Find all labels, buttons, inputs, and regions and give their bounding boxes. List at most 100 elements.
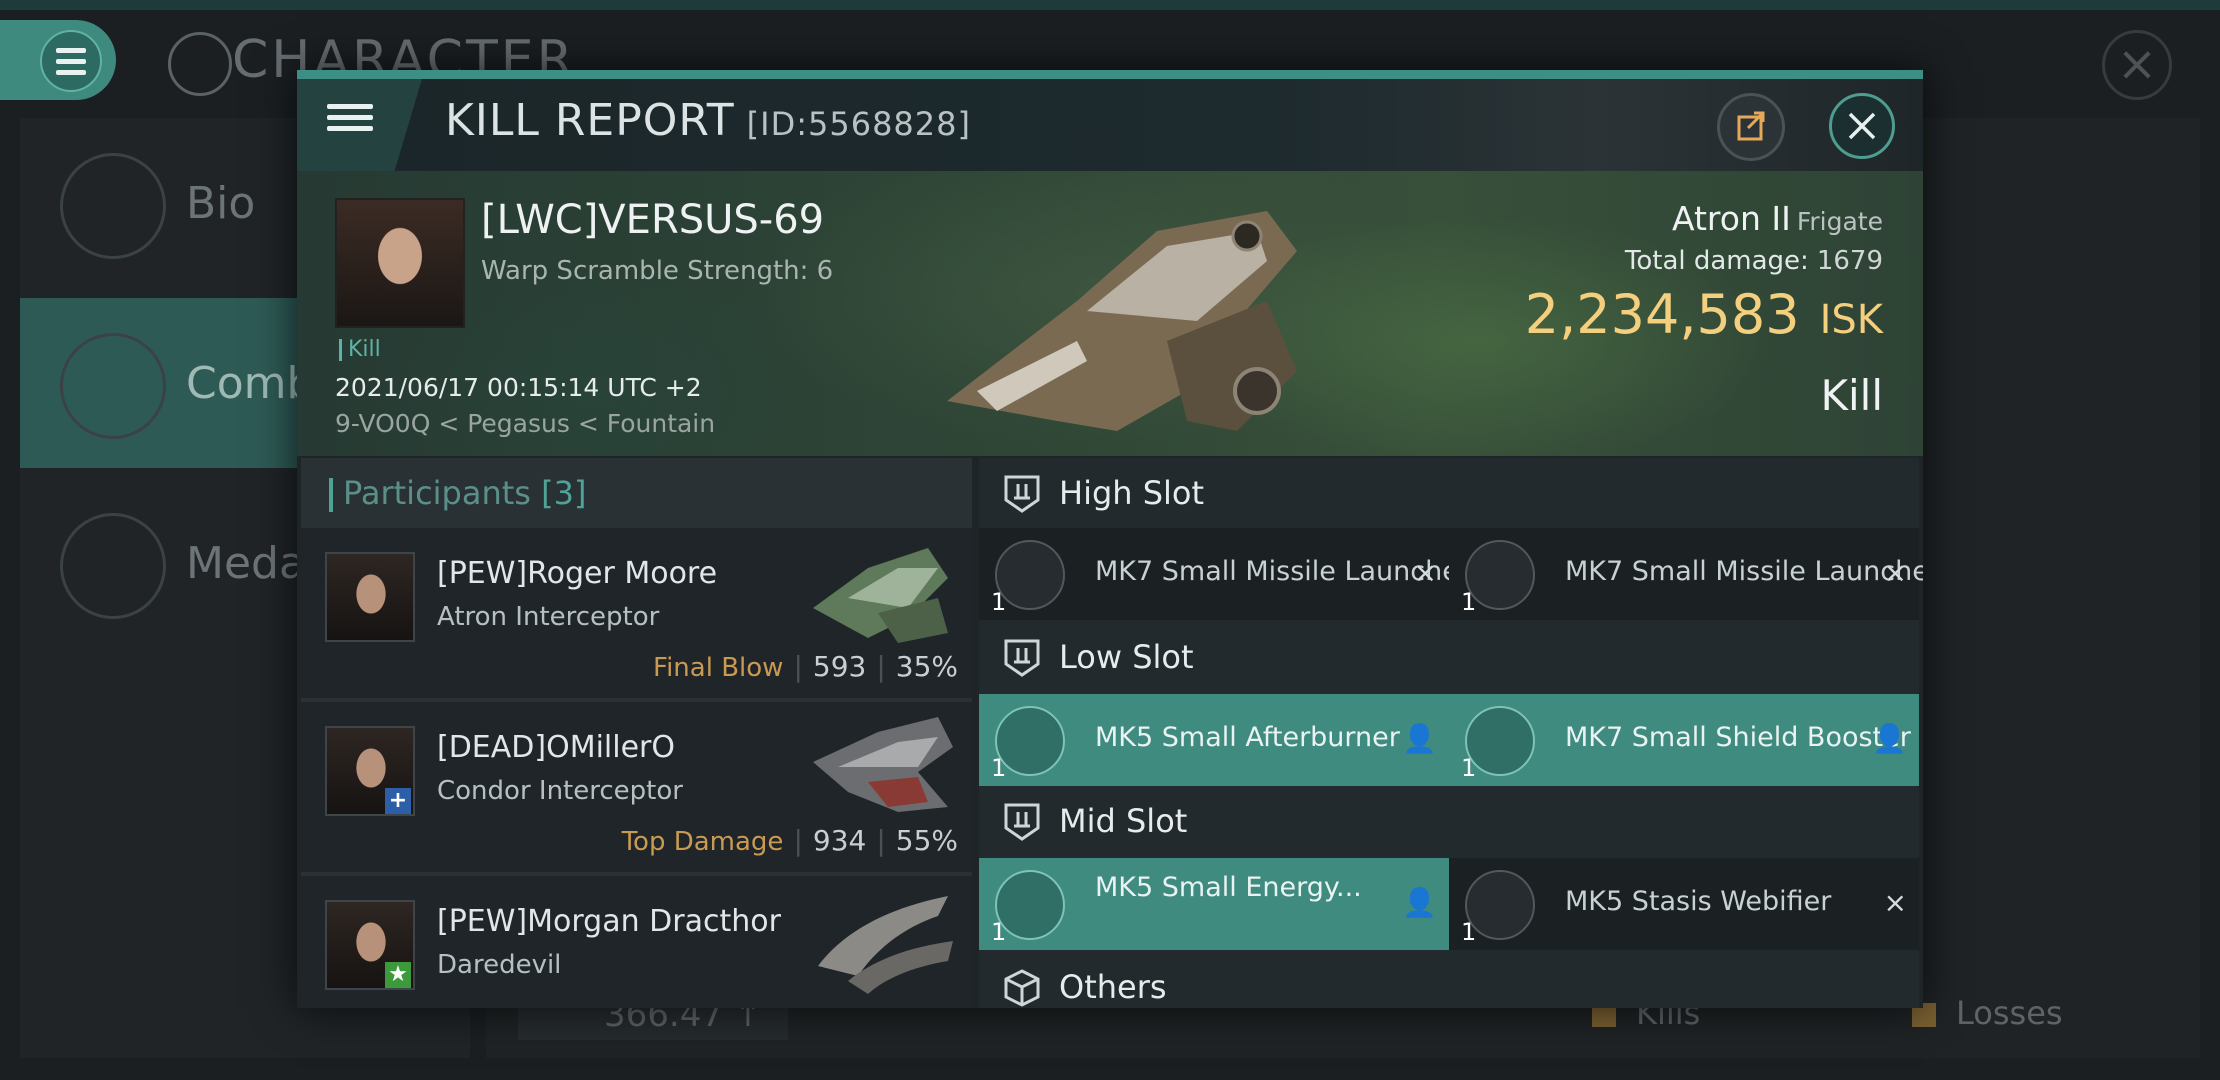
legend-losses: Losses bbox=[1912, 990, 2063, 1036]
module-quantity: 1 bbox=[1461, 588, 1477, 616]
not-fitted-icon: × bbox=[1413, 556, 1437, 589]
participant-damage: 934 bbox=[812, 824, 867, 857]
result-label: Kill bbox=[1820, 371, 1883, 420]
module-quantity: 1 bbox=[1461, 754, 1477, 782]
participants-title: Participants [3] bbox=[343, 474, 586, 512]
participant-ship-image bbox=[818, 896, 953, 994]
pilot-icon: 👤 bbox=[1402, 886, 1437, 919]
participants-header: Participants [3] bbox=[301, 458, 972, 528]
participant-ship: Daredevil bbox=[437, 950, 562, 980]
participant-ship: Condor Interceptor bbox=[437, 776, 683, 806]
total-damage-value: 1679 bbox=[1816, 246, 1883, 276]
dialog-title: KILL REPORT [ID:5568828] bbox=[445, 95, 971, 146]
participant-role: Final Blow bbox=[653, 653, 784, 683]
others-label: Others bbox=[1059, 968, 1167, 1006]
character-icon bbox=[168, 32, 232, 96]
pilot-icon: 👤 bbox=[1402, 722, 1437, 755]
stat-separator: | bbox=[793, 650, 803, 683]
fitting-module[interactable]: 1 MK7 Small Missile Launcher × bbox=[1449, 528, 1923, 620]
cargo-box-icon bbox=[1004, 969, 1040, 1007]
stat-separator: | bbox=[876, 824, 886, 857]
hamburger-icon bbox=[56, 48, 86, 81]
low-slot-header: Low Slot bbox=[979, 622, 1919, 692]
participant-row[interactable]: ★ [PEW]Morgan Dracthor Daredevil bbox=[301, 876, 972, 1008]
total-damage-label: Total damage: bbox=[1624, 246, 1809, 276]
hamburger-icon bbox=[327, 104, 373, 137]
participants-panel: Participants [3] [PEW]Roger Moore Atron … bbox=[301, 458, 972, 1008]
kill-report-id: [ID:5568828] bbox=[746, 105, 971, 143]
module-name: MK5 Small Afterburner bbox=[1095, 722, 1400, 753]
others-header: Others bbox=[979, 952, 1919, 1008]
total-damage: Total damage: 1679 bbox=[1625, 246, 1883, 276]
victim-portrait[interactable] bbox=[335, 198, 465, 328]
participant-name: [PEW]Morgan Dracthor bbox=[437, 904, 781, 939]
share-button[interactable] bbox=[1717, 93, 1785, 161]
page-close-button[interactable]: × bbox=[2102, 30, 2172, 100]
ship-name[interactable]: Atron II bbox=[1672, 199, 1791, 238]
high-slot-icon bbox=[1004, 475, 1040, 513]
module-name: MK7 Small Shield Booster bbox=[1565, 722, 1911, 753]
participant-stats: Top Damage | 934 | 55% bbox=[622, 824, 958, 857]
fitting-module[interactable]: 1 MK5 Stasis Webifier × bbox=[1449, 858, 1919, 950]
crossed-swords-icon bbox=[60, 333, 166, 439]
ship-class: Frigate bbox=[1796, 207, 1883, 236]
warp-scramble-strength: Warp Scramble Strength: 6 bbox=[481, 256, 834, 286]
high-slot-label: High Slot bbox=[1059, 474, 1205, 512]
participants-count: [3] bbox=[541, 474, 587, 512]
close-button[interactable] bbox=[1829, 93, 1895, 159]
module-quantity: 1 bbox=[991, 588, 1007, 616]
module-quantity: 1 bbox=[991, 918, 1007, 946]
kill-tag: Kill bbox=[339, 339, 381, 361]
fitting-panel: High Slot 1 MK7 Small Missile Launcher ×… bbox=[979, 458, 1923, 1008]
pilot-icon: 👤 bbox=[1872, 722, 1907, 755]
low-slot-icon bbox=[1004, 639, 1040, 677]
corp-badge-icon: + bbox=[385, 788, 411, 814]
dialog-header: KILL REPORT [ID:5568828] bbox=[297, 79, 1923, 171]
participant-name: [DEAD]OMillerO bbox=[437, 730, 675, 765]
participant-name: [PEW]Roger Moore bbox=[437, 556, 718, 591]
stat-separator: | bbox=[876, 650, 886, 683]
victim-ship: Atron II Frigate bbox=[1672, 199, 1883, 238]
module-name: MK7 Small Missile Launcher bbox=[1565, 556, 1923, 587]
top-accent-bar bbox=[0, 0, 2220, 10]
fitting-module[interactable]: 1 MK7 Small Missile Launcher × bbox=[979, 528, 1470, 620]
share-icon bbox=[1737, 111, 1765, 141]
main-menu-button[interactable] bbox=[0, 20, 116, 100]
not-fitted-icon: × bbox=[1883, 556, 1907, 589]
module-quantity: 1 bbox=[991, 754, 1007, 782]
bio-icon bbox=[60, 153, 166, 259]
isk-unit: ISK bbox=[1819, 297, 1883, 343]
legend-losses-label: Losses bbox=[1956, 994, 2063, 1032]
mid-slot-label: Mid Slot bbox=[1059, 802, 1188, 840]
dialog-menu-button[interactable] bbox=[297, 79, 422, 171]
participant-stats: Final Blow | 593 | 35% bbox=[653, 650, 958, 683]
kill-report-dialog: KILL REPORT [ID:5568828] [LWC]VERSUS-69 W… bbox=[297, 70, 1923, 1008]
participant-row[interactable]: [PEW]Roger Moore Atron Interceptor Final… bbox=[301, 528, 972, 702]
victim-name[interactable]: [LWC]VERSUS-69 bbox=[481, 197, 824, 243]
stat-separator: | bbox=[793, 824, 803, 857]
fitting-module[interactable]: 1 MK5 Small Afterburner 👤 bbox=[979, 694, 1449, 786]
fitting-module[interactable]: 1 MK5 Small Energy... 👤 bbox=[979, 858, 1449, 950]
module-name: MK5 Stasis Webifier bbox=[1565, 886, 1832, 917]
participant-damage: 593 bbox=[812, 650, 867, 683]
kill-location[interactable]: 9-VO0Q < Pegasus < Fountain bbox=[335, 409, 715, 438]
high-slot-header: High Slot bbox=[979, 458, 1919, 528]
participant-ship-image bbox=[813, 548, 948, 643]
participant-row[interactable]: + [DEAD]OMillerO Condor Interceptor Top … bbox=[301, 702, 972, 876]
module-quantity: 1 bbox=[1461, 918, 1477, 946]
dialog-title-text: KILL REPORT bbox=[445, 95, 735, 146]
participant-ship-image bbox=[813, 717, 953, 812]
victim-banner: [LWC]VERSUS-69 Warp Scramble Strength: 6… bbox=[297, 171, 1923, 456]
participant-role: Top Damage bbox=[621, 827, 784, 857]
module-name: MK5 Small Energy... bbox=[1095, 872, 1362, 903]
fitting-module[interactable]: 1 MK7 Small Shield Booster 👤 bbox=[1449, 694, 1919, 786]
participant-percent: 55% bbox=[895, 824, 958, 857]
kill-date: 2021/06/17 00:15:14 UTC +2 bbox=[335, 373, 702, 402]
victim-ship-image bbox=[947, 211, 1297, 431]
isk-amount: 2,234,583 bbox=[1524, 283, 1800, 346]
participant-avatar bbox=[325, 552, 415, 642]
close-icon bbox=[1848, 112, 1876, 140]
participant-ship: Atron Interceptor bbox=[437, 602, 660, 632]
main-menu-icon-ring bbox=[40, 30, 102, 92]
participant-percent: 35% bbox=[895, 650, 958, 683]
